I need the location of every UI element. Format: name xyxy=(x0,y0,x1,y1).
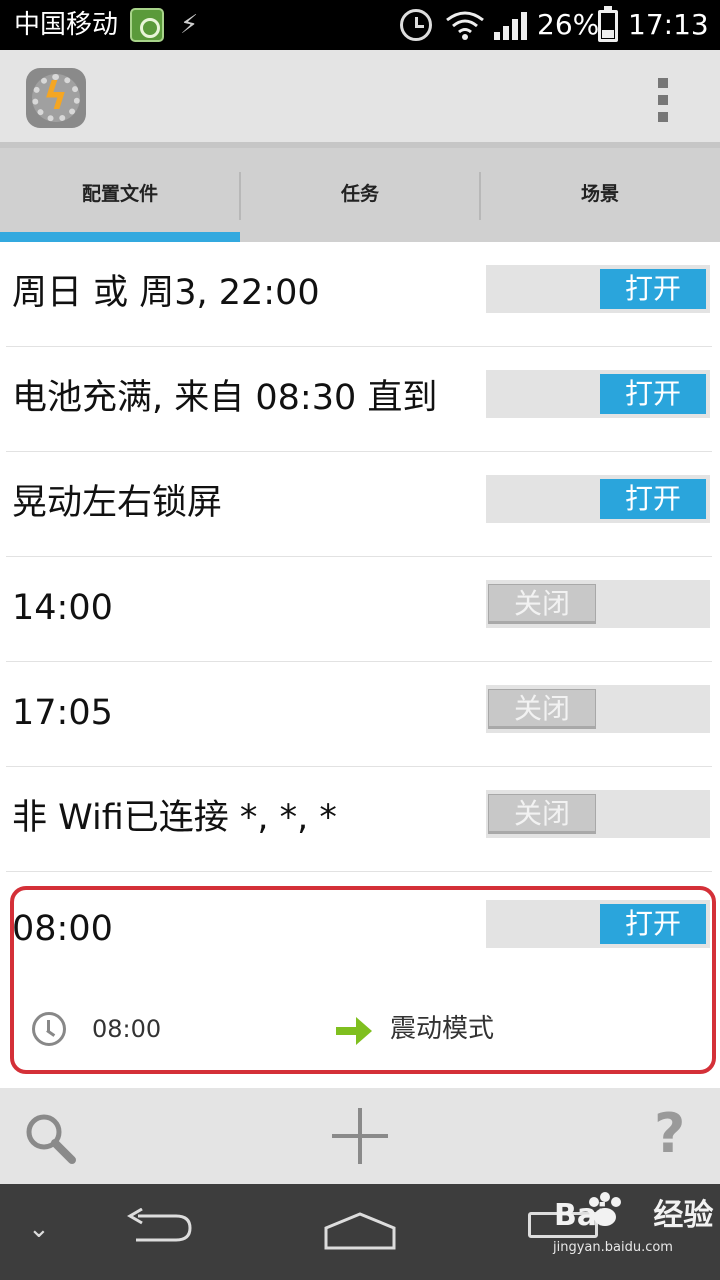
back-icon[interactable] xyxy=(124,1208,194,1244)
profile-row[interactable]: 周日 或 周3, 22:00 打开 xyxy=(6,242,712,347)
system-nav-bar: ⌄ Bai 经验 jingyan.baidu.com xyxy=(0,1184,720,1280)
profile-toggle[interactable]: 关闭 xyxy=(486,790,710,838)
sim-notification-icon xyxy=(130,8,164,42)
clock-icon xyxy=(32,1012,66,1046)
task-name[interactable]: 震动模式 xyxy=(390,1010,494,1048)
profile-name: 非 Wifi已连接 *, *, * xyxy=(12,798,337,838)
profile-name: 电池充满, 来自 08:30 直到 xyxy=(12,378,438,418)
profile-row[interactable]: 14:00 关闭 xyxy=(6,557,712,662)
wifi-icon xyxy=(446,11,484,40)
toggle-off-label: 关闭 xyxy=(488,794,596,834)
toggle-off-label: 关闭 xyxy=(488,689,596,729)
lightning-notification-icon: ⚡ xyxy=(180,10,199,40)
context-time[interactable]: 08:00 xyxy=(92,1010,161,1048)
active-tab-indicator xyxy=(0,232,240,242)
tab-profiles[interactable]: 配置文件 xyxy=(0,148,240,242)
home-icon[interactable] xyxy=(322,1210,398,1250)
toggle-on-label: 打开 xyxy=(600,904,706,944)
tab-bar: 配置文件 任务 场景 xyxy=(0,142,720,242)
app-bar: ϟ xyxy=(0,50,720,142)
chevron-down-icon[interactable]: ⌄ xyxy=(28,1214,50,1244)
tab-scenes[interactable]: 场景 xyxy=(480,148,720,242)
signal-strength-icon xyxy=(494,10,528,40)
status-bar: 中国移动 ⚡ 26% 17:13 xyxy=(0,0,720,50)
search-icon[interactable] xyxy=(22,1110,78,1166)
watermark-brand: Bai 经验 xyxy=(554,1198,714,1233)
profile-name: 14:00 xyxy=(12,588,113,628)
plus-icon[interactable] xyxy=(332,1108,388,1164)
profile-row[interactable]: 电池充满, 来自 08:30 直到 打开 xyxy=(6,347,712,452)
carrier-name: 中国移动 xyxy=(14,10,119,40)
toggle-on-label: 打开 xyxy=(600,269,706,309)
profile-toggle[interactable]: 关闭 xyxy=(486,580,710,628)
profile-name: 08:00 xyxy=(12,909,113,949)
profile-toggle[interactable]: 打开 xyxy=(486,900,710,948)
profile-row[interactable]: 非 Wifi已连接 *, *, * 关闭 xyxy=(6,767,712,872)
arrow-right-icon xyxy=(336,1017,372,1045)
tasker-gear-bolt-icon[interactable]: ϟ xyxy=(26,68,86,128)
tab-tasks[interactable]: 任务 xyxy=(240,148,480,242)
profile-toggle[interactable]: 打开 xyxy=(486,370,710,418)
profile-name: 晃动左右锁屏 xyxy=(12,483,223,523)
bottom-toolbar: ? xyxy=(0,1088,720,1184)
toggle-on-label: 打开 xyxy=(600,374,706,414)
battery-icon xyxy=(598,6,618,42)
battery-percent: 26% xyxy=(537,8,600,41)
profile-name: 周日 或 周3, 22:00 xyxy=(12,273,320,313)
profile-row[interactable]: 晃动左右锁屏 打开 xyxy=(6,452,712,557)
profile-row[interactable]: 17:05 关闭 xyxy=(6,662,712,767)
profile-toggle[interactable]: 打开 xyxy=(486,265,710,313)
profile-toggle[interactable]: 关闭 xyxy=(486,685,710,733)
profile-toggle[interactable]: 打开 xyxy=(486,475,710,523)
profile-name: 17:05 xyxy=(12,693,113,733)
clock-time: 17:13 xyxy=(628,8,709,41)
overflow-menu-icon[interactable] xyxy=(652,76,676,124)
toggle-off-label: 关闭 xyxy=(488,584,596,624)
toggle-on-label: 打开 xyxy=(600,479,706,519)
help-icon[interactable]: ? xyxy=(654,1102,685,1166)
alarm-icon xyxy=(400,9,432,41)
expanded-profile-card[interactable]: 08:00 打开 08:00 震动模式 xyxy=(10,886,716,1074)
watermark-url: jingyan.baidu.com xyxy=(553,1240,673,1255)
